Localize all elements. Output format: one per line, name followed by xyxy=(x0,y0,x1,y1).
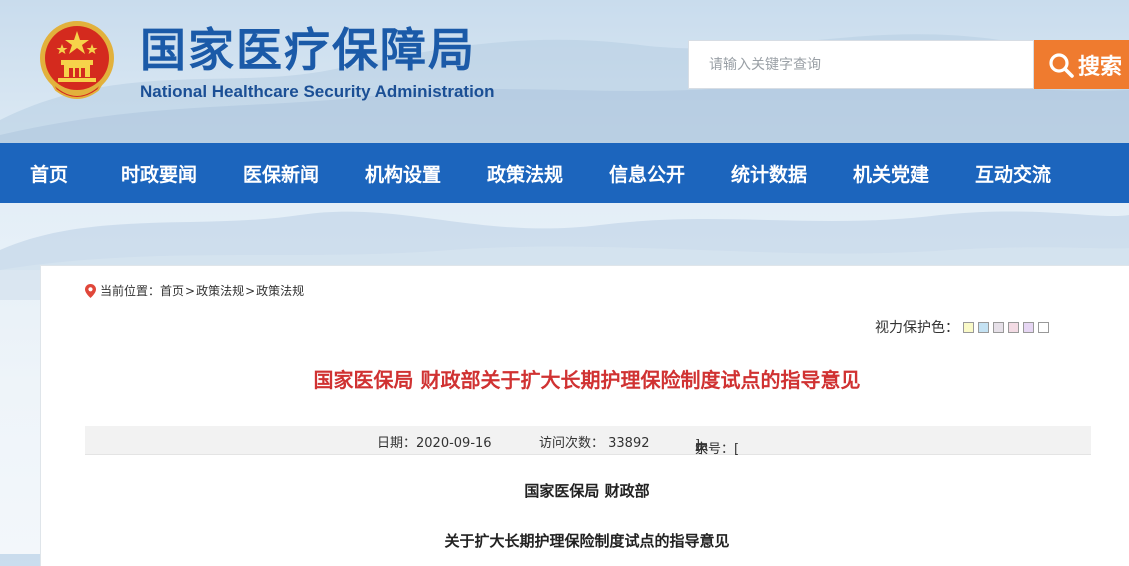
nav-item-current-affairs[interactable]: 时政要闻 xyxy=(98,160,220,187)
article-card: 当前位置： 首页 > 政策法规 > 政策法规 视力保护色： 国家医保局 财政部关… xyxy=(40,265,1129,566)
search-box xyxy=(688,40,1034,89)
search-icon xyxy=(1049,52,1074,78)
breadcrumb: 当前位置： 首页 > 政策法规 > 政策法规 xyxy=(85,282,304,299)
swatch-pink[interactable] xyxy=(1008,321,1019,333)
swatch-gray[interactable] xyxy=(993,321,1004,333)
nav-item-statistics[interactable]: 统计数据 xyxy=(708,160,830,187)
breadcrumb-current[interactable]: 政策法规 xyxy=(256,282,304,299)
font-size-suffix: ] xyxy=(695,438,701,453)
eye-protection-colors: 视力保护色： xyxy=(875,317,1049,337)
search-button[interactable]: 搜索 xyxy=(1034,40,1129,89)
swatch-yellow[interactable] xyxy=(963,321,974,333)
swatch-blue[interactable] xyxy=(978,321,989,333)
nav-item-healthcare-news[interactable]: 医保新闻 xyxy=(220,160,342,187)
issuer-line: 国家医保局 财政部 xyxy=(524,482,650,500)
site-title: 国家医疗保障局 xyxy=(140,23,476,77)
search-input[interactable] xyxy=(689,41,1033,88)
article-date: 日期：2020-09-16 xyxy=(377,436,492,451)
swatch-white[interactable] xyxy=(1038,321,1049,333)
breadcrumb-separator: > xyxy=(245,283,256,298)
site-header: 国家医疗保障局 National Healthcare Security Adm… xyxy=(0,0,1129,143)
nav-item-party-building[interactable]: 机关党建 xyxy=(830,160,952,187)
search-button-label: 搜索 xyxy=(1078,54,1123,80)
breadcrumb-separator: > xyxy=(185,283,196,298)
main-nav: 首页 时政要闻 医保新闻 机构设置 政策法规 信息公开 统计数据 机关党建 互动… xyxy=(0,143,1129,203)
swatch-purple[interactable] xyxy=(1023,321,1034,333)
national-emblem-icon[interactable] xyxy=(36,18,118,104)
nav-item-policies[interactable]: 政策法规 xyxy=(464,160,586,187)
location-pin-icon xyxy=(85,283,96,298)
breadcrumb-home[interactable]: 首页 xyxy=(160,282,184,299)
document-title: 关于扩大长期护理保险制度试点的指导意见 xyxy=(444,532,730,550)
visit-count: 访问次数： 33892 xyxy=(539,436,650,451)
breadcrumb-policies[interactable]: 政策法规 xyxy=(196,282,244,299)
nav-item-home[interactable]: 首页 xyxy=(0,160,98,187)
article-title: 国家医保局 财政部关于扩大长期护理保险制度试点的指导意见 xyxy=(313,368,861,392)
nav-item-public-info[interactable]: 信息公开 xyxy=(586,160,708,187)
article-meta: 日期：2020-09-16 访问次数： 33892 字号：[ 大 中 小 ] xyxy=(85,426,1091,457)
nav-item-interaction[interactable]: 互动交流 xyxy=(952,160,1074,187)
eye-protection-label: 视力保护色： xyxy=(875,320,959,336)
site-subtitle: National Healthcare Security Administrat… xyxy=(140,82,495,101)
nav-item-organization[interactable]: 机构设置 xyxy=(342,160,464,187)
breadcrumb-prefix: 当前位置： xyxy=(100,284,161,298)
